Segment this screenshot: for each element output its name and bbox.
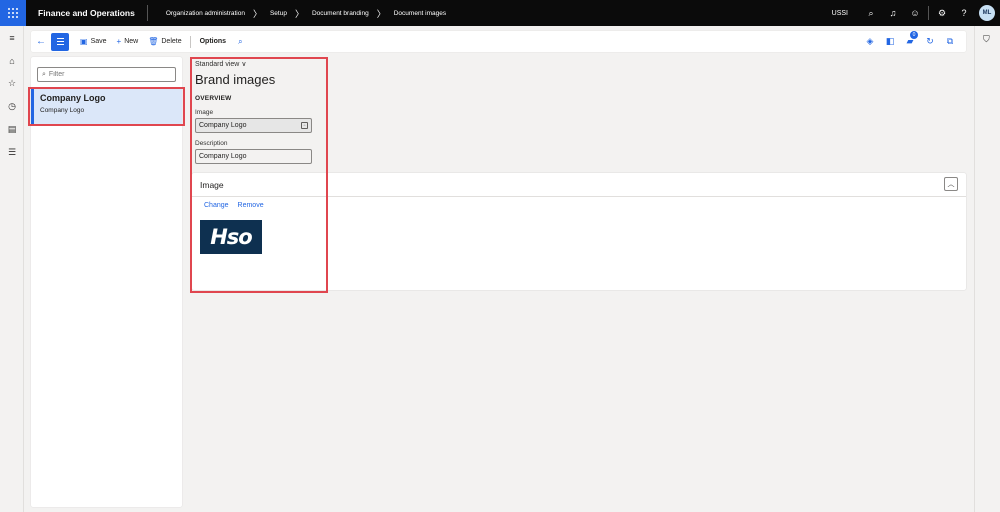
delete-button[interactable]: 🗑 Delete: [143, 31, 186, 52]
waffle-icon: [8, 8, 18, 18]
divider: [974, 26, 975, 512]
workspace-icon[interactable]: ▤: [0, 118, 24, 141]
collapse-button[interactable]: ︿: [944, 177, 958, 191]
breadcrumb-item[interactable]: Document images: [394, 10, 446, 17]
save-icon: ▣: [80, 37, 88, 46]
power-apps-icon[interactable]: ◈: [860, 36, 880, 47]
new-label: New: [124, 38, 139, 45]
action-pane: ← ▣ Save + New 🗑 Delete Options ⌕ ◈ ◧ ▰ 0…: [31, 31, 966, 52]
chevron-right-icon: 〉: [252, 8, 262, 19]
breadcrumb-item[interactable]: Document branding: [312, 10, 369, 17]
hamburger-icon[interactable]: ≡: [0, 26, 24, 49]
delete-label: Delete: [161, 38, 182, 45]
menu-button[interactable]: [51, 32, 69, 51]
chevron-right-icon: 〉: [376, 8, 386, 19]
company-picker[interactable]: USSI: [832, 10, 848, 17]
breadcrumb-item[interactable]: Setup: [270, 10, 287, 17]
highlight-box: [190, 57, 328, 293]
search-icon[interactable]: ⌕: [232, 37, 248, 47]
notifications-icon[interactable]: ♫: [882, 0, 904, 26]
app-name[interactable]: Finance and Operations: [26, 8, 147, 18]
breadcrumb: Organization administration 〉 Setup 〉 Do…: [166, 7, 446, 20]
divider: [146, 5, 148, 21]
modules-icon[interactable]: ☰: [0, 141, 24, 164]
home-icon[interactable]: ⌂: [0, 49, 24, 72]
options-tab[interactable]: Options: [194, 38, 232, 45]
breadcrumb-item[interactable]: Organization administration: [166, 10, 245, 17]
search-icon[interactable]: ⌕: [860, 0, 882, 26]
avatar[interactable]: ML: [979, 5, 995, 21]
app-launcher-button[interactable]: [0, 0, 26, 26]
chevron-up-icon: ︿: [947, 181, 955, 188]
trash-icon: 🗑: [148, 37, 159, 46]
filter-icon[interactable]: ⛉: [983, 34, 990, 45]
save-button[interactable]: ▣ Save: [75, 31, 112, 52]
search-icon: ⌕: [42, 70, 46, 78]
attachment-count-badge: 0: [910, 31, 918, 39]
filter-input[interactable]: [48, 71, 159, 78]
refresh-icon[interactable]: ↻: [920, 36, 940, 47]
save-label: Save: [90, 38, 107, 45]
gear-icon[interactable]: ⚙: [931, 0, 953, 26]
highlight-box: [28, 87, 185, 126]
help-icon[interactable]: ?: [953, 0, 975, 26]
open-new-window-icon[interactable]: ⧉: [940, 36, 960, 47]
clock-icon[interactable]: ◷: [0, 95, 24, 118]
filter-box[interactable]: ⌕: [37, 67, 176, 82]
office-icon[interactable]: ◧: [880, 36, 900, 47]
plus-icon: +: [116, 37, 122, 46]
star-icon[interactable]: ☆: [0, 72, 24, 95]
divider: [928, 6, 929, 20]
back-arrow-icon[interactable]: ←: [31, 36, 51, 47]
left-nav: ≡ ⌂ ☆ ◷ ▤ ☰: [0, 26, 24, 512]
new-button[interactable]: + New: [112, 31, 144, 52]
divider: [189, 35, 191, 48]
chevron-right-icon: 〉: [294, 8, 304, 19]
top-bar: Finance and Operations Organization admi…: [0, 0, 1000, 26]
attachments-icon[interactable]: ▰ 0: [900, 31, 920, 47]
feedback-icon[interactable]: ☺: [904, 0, 926, 26]
